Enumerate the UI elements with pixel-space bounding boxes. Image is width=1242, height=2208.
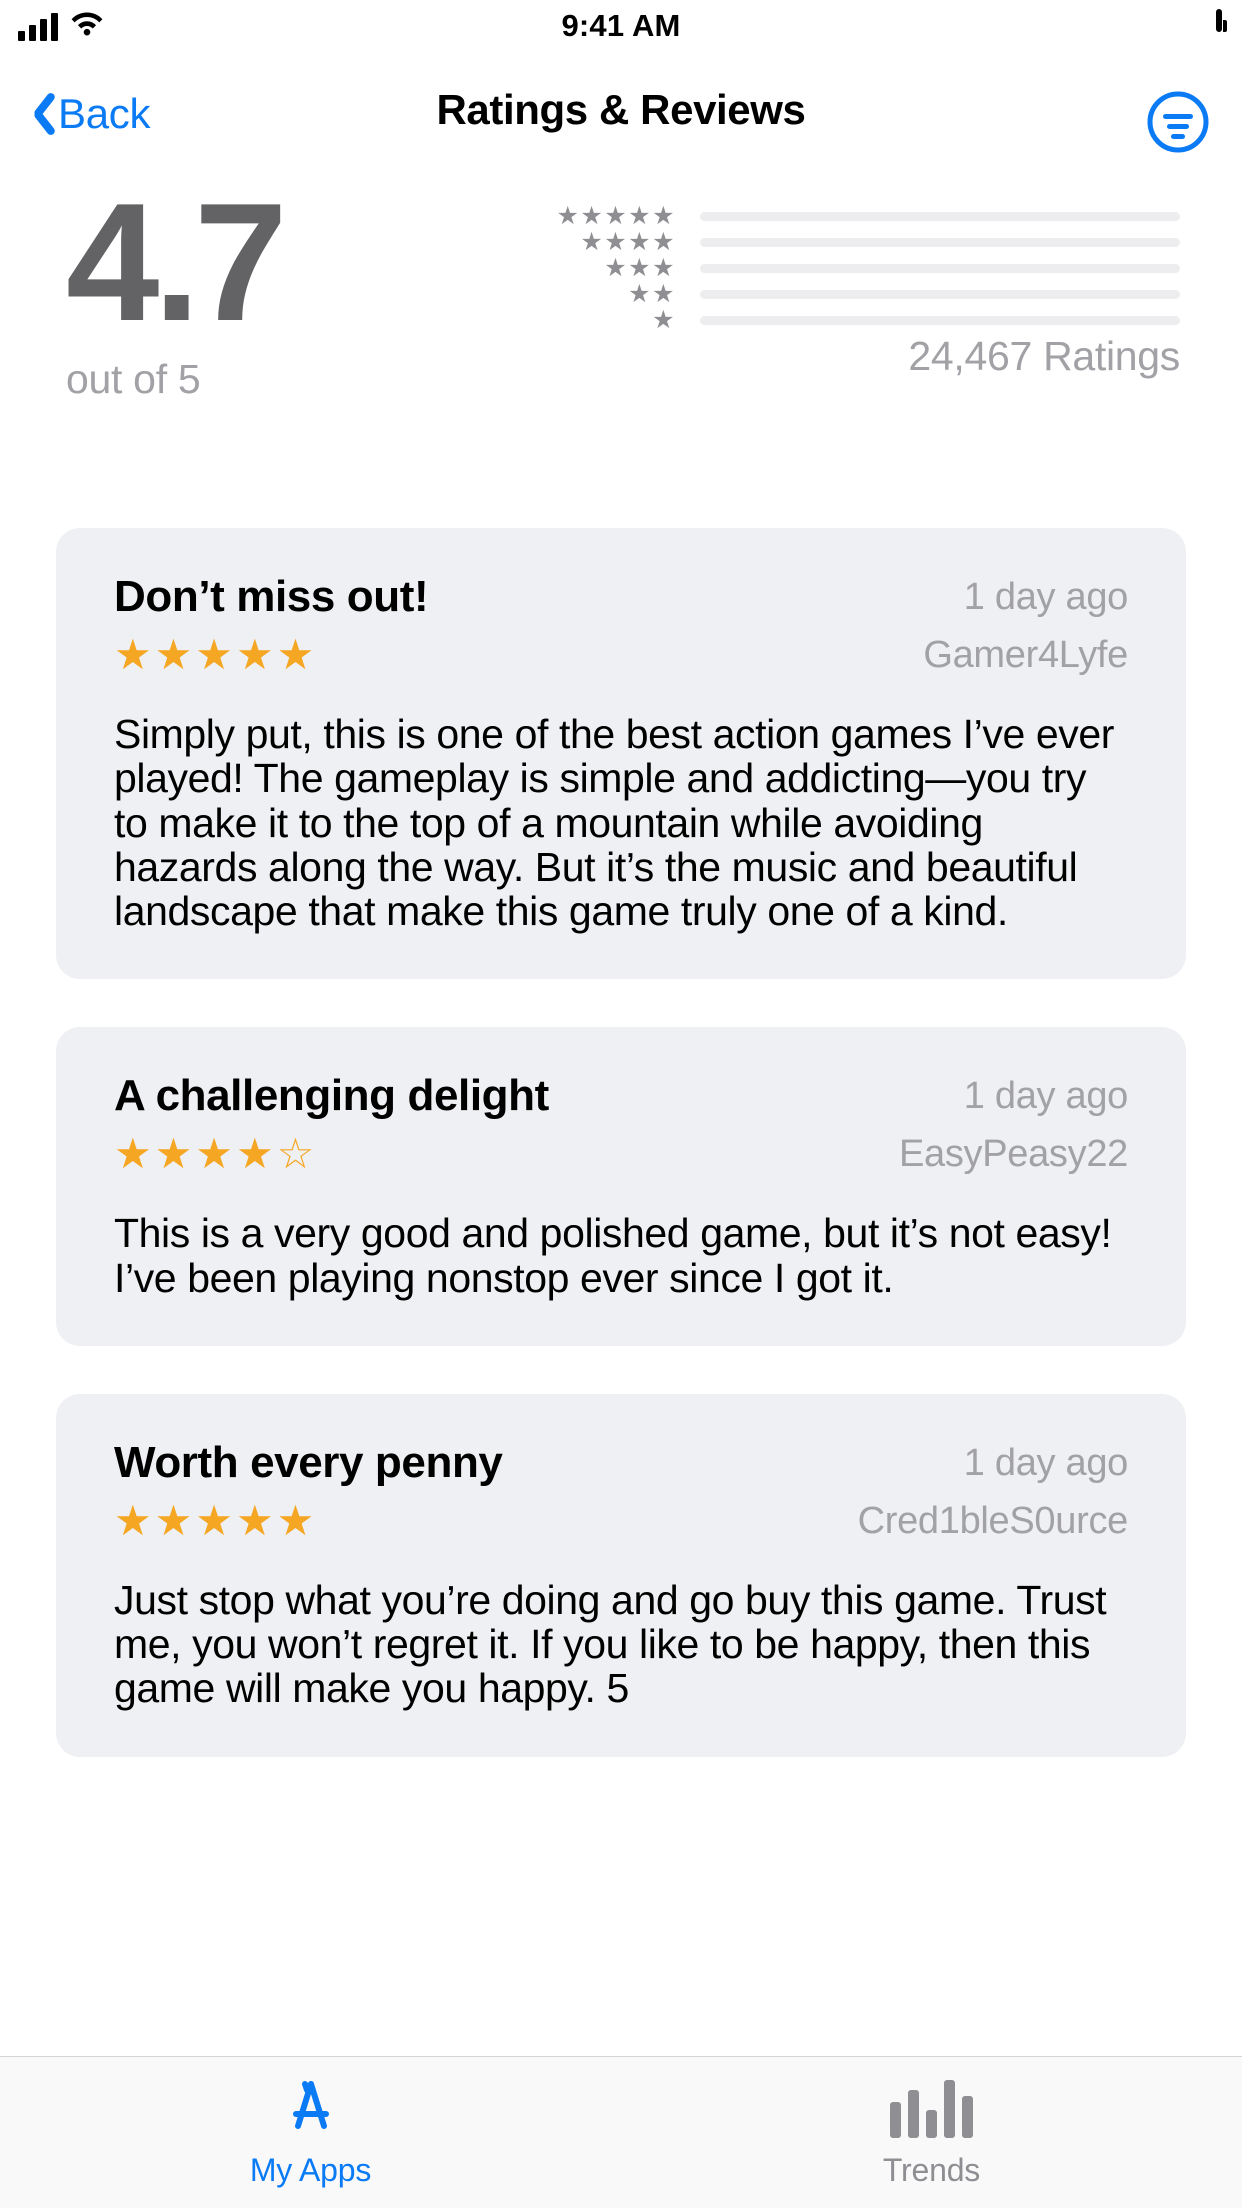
navigation-bar: Back Ratings & Reviews	[0, 62, 1242, 172]
histogram-stars-label: ★★★★	[580, 227, 676, 256]
page-title: Ratings & Reviews	[436, 86, 806, 133]
histogram-row: ★★	[520, 281, 1180, 307]
review-date: 1 day ago	[963, 576, 1129, 618]
histogram-bar-track	[700, 315, 1180, 325]
histogram-stars-label: ★★	[628, 279, 676, 308]
histogram-row: ★	[520, 307, 1180, 333]
review-body: This is a very good and polished game, b…	[114, 1210, 1112, 1301]
review-header: Don’t miss out! ★★★★★ 1 day ago Gamer4Ly…	[114, 572, 1128, 690]
review-card[interactable]: Don’t miss out! ★★★★★ 1 day ago Gamer4Ly…	[56, 528, 1186, 980]
review-author: Cred1bleS0urce	[857, 1499, 1129, 1542]
battery-icon	[1216, 9, 1222, 32]
total-ratings-label: 24,467 Ratings	[908, 333, 1180, 379]
review-body: Simply put, this is one of the best acti…	[114, 711, 1115, 935]
score-out-of-label: out of 5	[66, 355, 201, 402]
average-score: 4.7	[66, 168, 288, 356]
histogram-bar-track	[700, 289, 1180, 299]
tab-trends[interactable]: Trends	[621, 2057, 1242, 2208]
sort-filter-icon[interactable]	[1146, 90, 1210, 154]
status-bar: 9:41 AM	[0, 0, 1242, 62]
review-header: A challenging delight ★★★★☆ 1 day ago Ea…	[114, 1071, 1128, 1189]
trends-bar-chart-icon	[890, 2076, 973, 2138]
app-store-icon	[280, 2076, 342, 2138]
histogram-stars-label: ★★★★★	[556, 201, 676, 230]
review-body: Just stop what you’re doing and go buy t…	[114, 1576, 1107, 1712]
review-card[interactable]: Worth every penny ★★★★★ 1 day ago Cred1b…	[56, 1393, 1186, 1757]
review-list: Don’t miss out! ★★★★★ 1 day ago Gamer4Ly…	[0, 528, 1242, 1805]
rating-histogram: ★★★★★ ★★★★ ★★★ ★★ ★	[520, 203, 1180, 333]
review-author: Gamer4Lyfe	[923, 634, 1128, 676]
histogram-row: ★★★★★	[520, 203, 1180, 229]
review-author: EasyPeasy22	[898, 1133, 1128, 1176]
review-card[interactable]: A challenging delight ★★★★☆ 1 day ago Ea…	[56, 1027, 1186, 1346]
histogram-bar-track	[700, 263, 1180, 273]
review-date: 1 day ago	[963, 1075, 1129, 1118]
histogram-stars-label: ★★★	[604, 253, 676, 282]
tab-bar: My Apps Trends	[0, 2056, 1242, 2208]
histogram-stars-label: ★	[652, 305, 676, 334]
tab-my-apps-label: My Apps	[249, 2152, 372, 2188]
review-date: 1 day ago	[963, 1441, 1129, 1484]
average-score-block: 4.7 out of 5	[66, 168, 288, 403]
histogram-row: ★★★★	[520, 229, 1180, 255]
tab-trends-label: Trends	[882, 2152, 981, 2188]
histogram-bar-track	[700, 211, 1180, 221]
histogram-bar-track	[700, 237, 1180, 247]
tab-my-apps[interactable]: My Apps	[0, 2057, 621, 2208]
review-header: Worth every penny ★★★★★ 1 day ago Cred1b…	[114, 1438, 1128, 1556]
histogram-row: ★★★	[520, 255, 1180, 281]
status-bar-clock: 9:41 AM	[561, 8, 681, 43]
rating-summary: 4.7 out of 5 ★★★★★ ★★★★ ★★★ ★★ ★ 24,467 …	[0, 178, 1242, 401]
